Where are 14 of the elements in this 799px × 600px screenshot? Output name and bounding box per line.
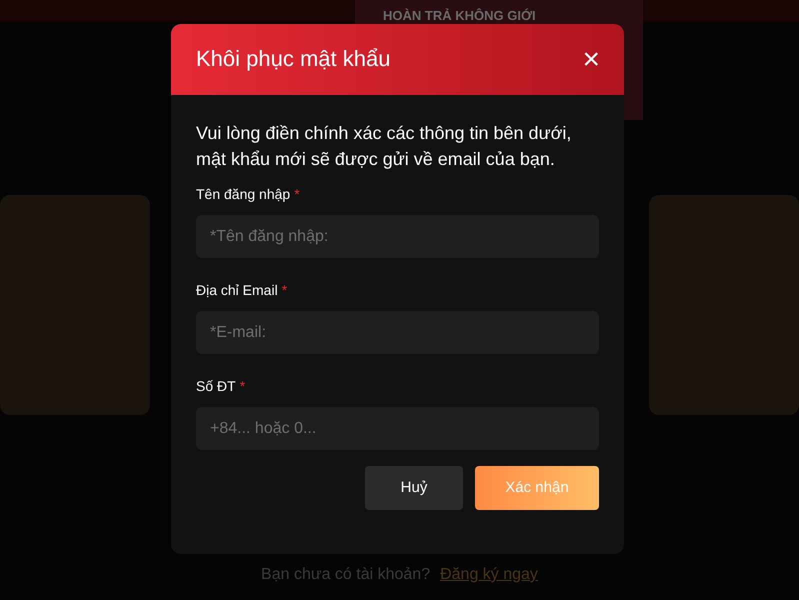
input-field[interactable]: *E-mail: <box>196 311 599 354</box>
input-field[interactable]: *Tên đăng nhập: <box>196 215 599 258</box>
banner-headline: HOÀN TRẢ KHÔNG GIỚI <box>383 7 536 25</box>
field-label: Tên đăng nhập <box>196 185 290 204</box>
input-field[interactable]: +84... hoặc 0... <box>196 407 599 450</box>
close-button[interactable]: × <box>578 44 604 74</box>
required-mark: * <box>240 377 246 396</box>
required-mark: * <box>282 281 288 300</box>
cancel-button[interactable]: Huỷ <box>365 466 463 510</box>
field-label: Địa chỉ Email <box>196 281 278 300</box>
dialog-title: Khôi phục mật khẩu <box>196 46 390 73</box>
instructions-text: Vui lòng điền chính xác các thông tin bên dưới, mật khẩu mới sẽ được gửi về email của bạn. <box>196 122 572 171</box>
required-mark: * <box>294 185 300 204</box>
field-label: Số ĐT <box>196 377 236 396</box>
